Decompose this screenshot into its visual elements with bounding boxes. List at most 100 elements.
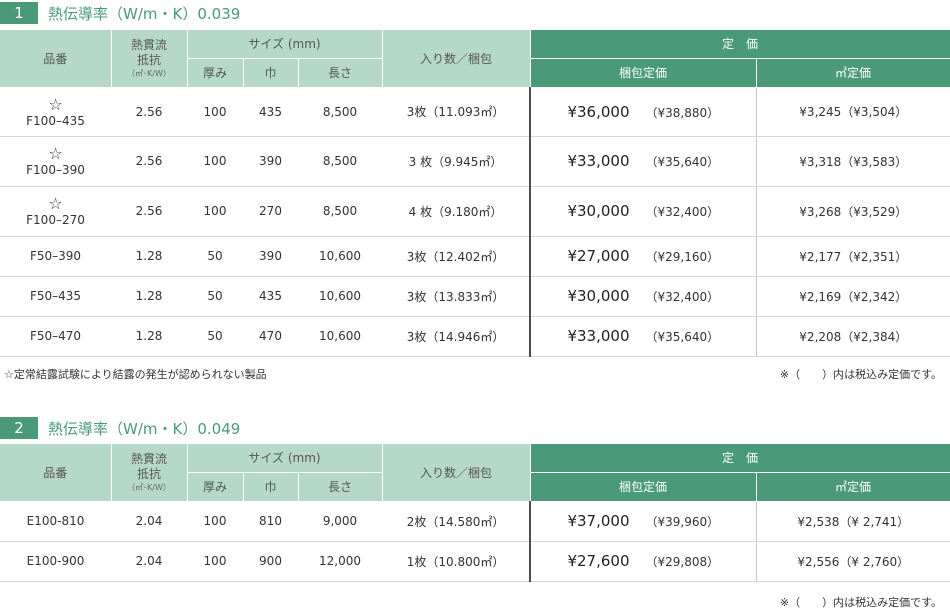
product-code-cell: E100-810 — [0, 501, 111, 542]
product-code-cell: ☆ F100–390 — [0, 136, 111, 187]
header-resistance: 熱貫流 抵抗 （㎡･K/W） — [111, 444, 188, 502]
resistance-cell: 1.28 — [111, 276, 187, 317]
header-size: サイズ (mm) — [187, 444, 383, 473]
header-pack: 入り数／梱包 — [382, 30, 531, 88]
product-code-cell: F50–435 — [0, 276, 111, 317]
pack-cell: 4 枚（9.180㎡） — [382, 186, 531, 237]
section-number-badge: 1 — [0, 2, 38, 24]
tax-note: ※（ ）内は税込み定価です。 — [779, 368, 942, 381]
length-cell: 10,600 — [298, 276, 383, 317]
resistance-cell: 2.04 — [111, 541, 187, 582]
length-cell: 8,500 — [298, 87, 383, 137]
pack-price-cell: ¥37,000 （¥39,960） — [529, 501, 757, 542]
header-pack-price: 梱包定価 — [530, 58, 757, 88]
sqm-price-cell: ¥2,538（¥ 2,741） — [756, 501, 950, 542]
sqm-price-cell: ¥3,245（¥3,504） — [756, 87, 950, 137]
sqm-price-cell: ¥2,208（¥2,384） — [756, 316, 950, 357]
pack-price-cell: ¥33,000 （¥35,640） — [529, 316, 757, 357]
header-length: 長さ — [298, 58, 383, 88]
resistance-cell: 2.56 — [111, 87, 187, 137]
table-row: E100-900 2.04 100 900 12,000 1枚（10.800㎡）… — [0, 541, 950, 582]
thickness-cell: 100 — [187, 136, 243, 187]
tax-note: ※（ ）内は税込み定価です。 — [779, 596, 942, 609]
table-row: F50–435 1.28 50 435 10,600 3枚（13.833㎡） ¥… — [0, 276, 950, 317]
pack-cell: 3枚（11.093㎡） — [382, 87, 531, 137]
table-row: ☆ F100–390 2.56 100 390 8,500 3 枚（9.945㎡… — [0, 136, 950, 187]
width-cell: 470 — [243, 316, 298, 357]
width-cell: 390 — [243, 236, 298, 277]
sqm-price-cell: ¥2,556（¥ 2,760） — [756, 541, 950, 582]
product-code-cell: ☆ F100–270 — [0, 186, 111, 237]
width-cell: 390 — [243, 136, 298, 187]
star-mark-icon: ☆ — [48, 144, 63, 163]
thickness-cell: 100 — [187, 501, 243, 542]
product-code-cell: E100-900 — [0, 541, 111, 582]
header-resistance: 熱貫流 抵抗 （㎡･K/W） — [111, 30, 188, 88]
header-width: 巾 — [243, 472, 299, 502]
length-cell: 9,000 — [298, 501, 383, 542]
table-row: F50–390 1.28 50 390 10,600 3枚（12.402㎡） ¥… — [0, 236, 950, 277]
width-cell: 435 — [243, 276, 298, 317]
pack-price-cell: ¥27,600 （¥29,808） — [529, 541, 757, 582]
length-cell: 8,500 — [298, 136, 383, 187]
header-thickness: 厚み — [187, 58, 244, 88]
length-cell: 10,600 — [298, 236, 383, 277]
header-sqm-price: ㎡定価 — [756, 58, 950, 88]
width-cell: 810 — [243, 501, 298, 542]
table-row: ☆ F100–270 2.56 100 270 8,500 4 枚（9.180㎡… — [0, 186, 950, 237]
length-cell: 10,600 — [298, 316, 383, 357]
header-pack-price: 梱包定価 — [530, 472, 757, 502]
thickness-cell: 100 — [187, 541, 243, 582]
price-table-2: 品番 熱貫流 抵抗 （㎡･K/W） サイズ (mm) 入り数／梱包 定 価 厚み… — [0, 444, 950, 582]
sqm-price-cell: ¥3,268（¥3,529） — [756, 186, 950, 237]
pack-cell: 3 枚（9.945㎡） — [382, 136, 531, 187]
length-cell: 8,500 — [298, 186, 383, 237]
header-sqm-price: ㎡定価 — [756, 472, 950, 502]
section-2-heading: 2 熱伝導率（W/m・K）0.049 — [0, 416, 240, 440]
header-pack: 入り数／梱包 — [382, 444, 531, 502]
product-code-cell: F50–390 — [0, 236, 111, 277]
header-thickness: 厚み — [187, 472, 244, 502]
header-list-price: 定 価 — [530, 30, 950, 59]
thickness-cell: 100 — [187, 186, 243, 237]
header-length: 長さ — [298, 472, 383, 502]
table-row: E100-810 2.04 100 810 9,000 2枚（14.580㎡） … — [0, 501, 950, 542]
header-size: サイズ (mm) — [187, 30, 383, 59]
width-cell: 270 — [243, 186, 298, 237]
thickness-cell: 100 — [187, 87, 243, 137]
pack-price-cell: ¥30,000 （¥32,400） — [529, 276, 757, 317]
sqm-price-cell: ¥2,177（¥2,351） — [756, 236, 950, 277]
price-table-1: 品番 熱貫流 抵抗 （㎡･K/W） サイズ (mm) 入り数／梱包 定 価 厚み… — [0, 30, 950, 357]
thickness-cell: 50 — [187, 236, 243, 277]
resistance-cell: 2.56 — [111, 136, 187, 187]
star-mark-icon: ☆ — [48, 194, 63, 213]
pack-price-cell: ¥33,000 （¥35,640） — [529, 136, 757, 187]
condensation-note: ☆定常結露試験により結露の発生が認められない製品 — [4, 368, 267, 381]
pack-price-cell: ¥27,000 （¥29,160） — [529, 236, 757, 277]
header-code: 品番 — [0, 444, 112, 502]
section-1-heading: 1 熱伝導率（W/m・K）0.039 — [0, 1, 240, 25]
pack-price-cell: ¥30,000 （¥32,400） — [529, 186, 757, 237]
resistance-cell: 2.56 — [111, 186, 187, 237]
table-row: ☆ F100–435 2.56 100 435 8,500 3枚（11.093㎡… — [0, 87, 950, 137]
pack-cell: 3枚（14.946㎡） — [382, 316, 531, 357]
thickness-cell: 50 — [187, 276, 243, 317]
header-list-price: 定 価 — [530, 444, 950, 473]
pack-price-cell: ¥36,000 （¥38,880） — [529, 87, 757, 137]
header-width: 巾 — [243, 58, 299, 88]
pack-cell: 1枚（10.800㎡） — [382, 541, 531, 582]
sqm-price-cell: ¥2,169（¥2,342） — [756, 276, 950, 317]
header-code: 品番 — [0, 30, 112, 88]
product-code-cell: F50–470 — [0, 316, 111, 357]
table-row: F50–470 1.28 50 470 10,600 3枚（14.946㎡） ¥… — [0, 316, 950, 357]
star-mark-icon: ☆ — [48, 94, 63, 114]
pack-cell: 3枚（13.833㎡） — [382, 276, 531, 317]
section-title: 熱伝導率（W/m・K）0.039 — [48, 4, 241, 23]
width-cell: 435 — [243, 87, 298, 137]
resistance-cell: 2.04 — [111, 501, 187, 542]
pack-cell: 3枚（12.402㎡） — [382, 236, 531, 277]
sqm-price-cell: ¥3,318（¥3,583） — [756, 136, 950, 187]
thickness-cell: 50 — [187, 316, 243, 357]
section-number-badge: 2 — [0, 417, 38, 439]
length-cell: 12,000 — [298, 541, 383, 582]
